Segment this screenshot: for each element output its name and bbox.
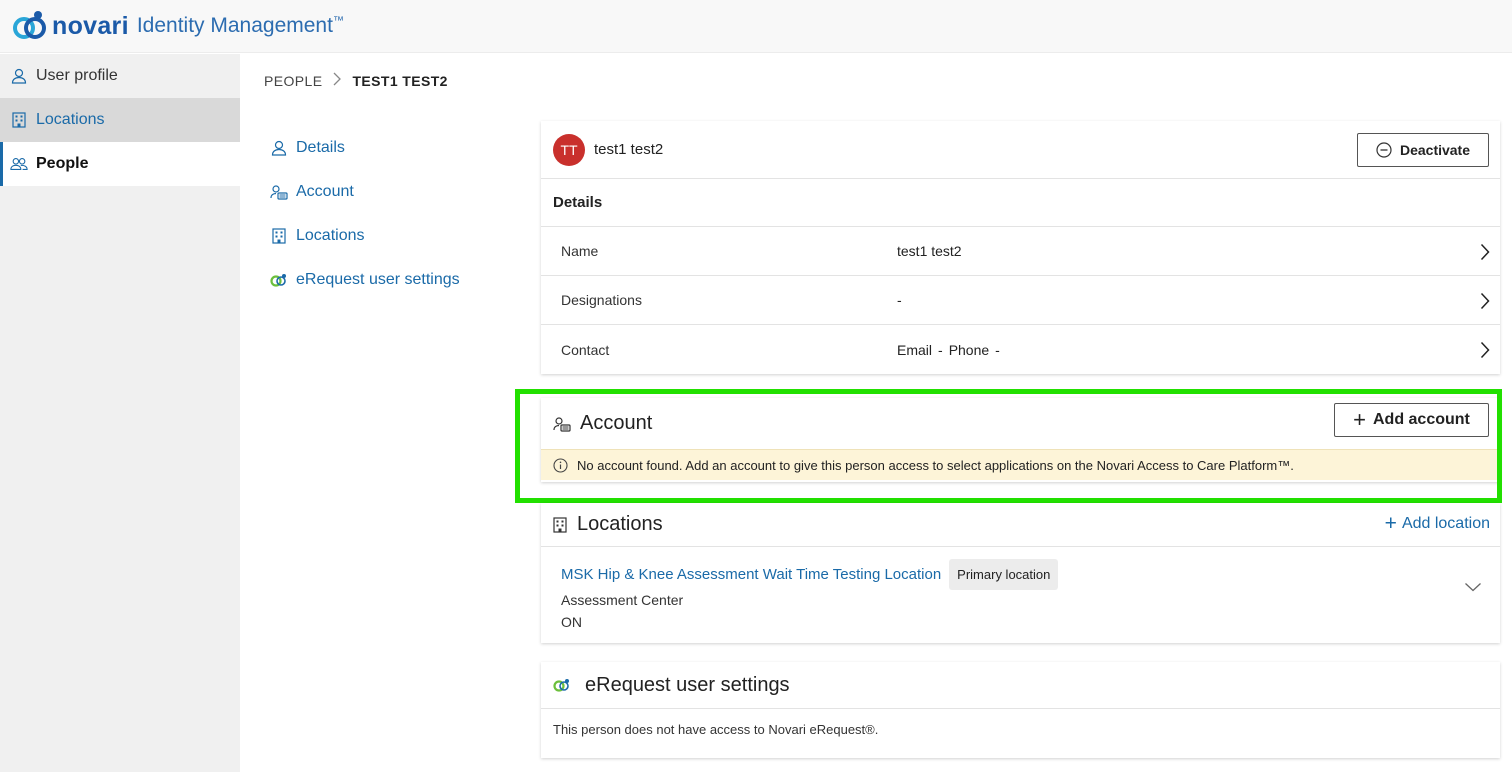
sidebar-item-label: User profile [36,67,118,84]
email-value: - [938,341,943,358]
novari-logo-icon[interactable] [12,8,48,44]
location-name-link[interactable]: MSK Hip & Knee Assessment Wait Time Test… [561,566,941,583]
locations-header: Locations + Add location [541,503,1500,547]
section-nav-label: Details [296,139,345,156]
sidebar-item-label: Locations [36,111,105,128]
location-item: MSK Hip & Knee Assessment Wait Time Test… [541,547,1500,642]
erequest-message: This person does not have access to Nova… [553,721,879,737]
detail-value: test1 test2 [897,243,962,259]
erequest-icon [270,271,288,289]
location-type: Assessment Center [561,592,684,608]
person-name: test1 test2 [594,141,664,158]
people-icon [10,155,28,173]
sidebar-item-label: People [36,155,89,172]
sidebar-item-locations[interactable]: Locations [0,98,240,142]
detail-row-name[interactable]: Name test1 test2 [541,227,1500,276]
user-icon [10,67,28,85]
person-details-card: TT test1 test2 Deactivate Details Name t… [541,121,1500,374]
locations-title: Locations [577,513,663,535]
section-nav-account[interactable]: Account [270,170,520,214]
minus-circle-icon [1376,142,1392,158]
detail-row-contact[interactable]: Contact Email - Phone - [541,325,1500,374]
phone-label: Phone [948,341,990,358]
section-nav-erequest[interactable]: eRequest user settings [270,258,520,302]
detail-label: Name [561,243,599,259]
detail-value: - [897,292,902,308]
sidebar-item-user-profile[interactable]: User profile [0,54,240,98]
locations-card: Locations + Add location MSK Hip & Knee … [541,503,1500,643]
add-location-label: Add location [1401,514,1490,532]
account-icon [270,183,288,201]
section-nav-locations[interactable]: Locations [270,214,520,258]
highlight-box [515,389,1502,503]
chevron-right-icon [1480,292,1490,315]
logo-text: novari [52,11,129,40]
detail-label: Contact [561,341,610,358]
user-icon [270,139,288,157]
section-nav: Details Account Locations eRequest user … [270,126,520,302]
email-label: Email [897,341,933,358]
breadcrumb-current: TEST1 TEST2 [352,72,448,89]
avatar: TT [553,133,585,166]
erequest-icon [553,678,571,692]
breadcrumb: PEOPLE TEST1 TEST2 [264,72,448,89]
breadcrumb-people-link[interactable]: PEOPLE [264,73,322,89]
primary-location-badge: Primary location [949,559,1059,590]
deactivate-button[interactable]: Deactivate [1357,133,1489,167]
phone-value: - [995,341,1000,358]
erequest-title: eRequest user settings [585,673,790,696]
detail-label: Designations [561,292,642,308]
sidebar-item-people[interactable]: People [0,142,240,186]
section-nav-details[interactable]: Details [270,126,520,170]
sidebar: User profile Locations People [0,54,240,772]
erequest-header: eRequest user settings [541,662,1500,709]
product-name: Identity Management™ [136,14,344,37]
location-province: ON [561,614,582,630]
section-nav-label: eRequest user settings [296,271,460,288]
building-icon [553,516,567,533]
building-icon [270,227,288,245]
building-icon [10,111,28,129]
chevron-right-icon [1480,243,1490,266]
chevron-down-icon[interactable] [1464,579,1482,597]
deactivate-label: Deactivate [1399,142,1471,158]
section-nav-label: Locations [296,227,365,244]
details-title: Details [541,179,1500,227]
add-location-button[interactable]: + Add location [1385,513,1490,534]
section-nav-label: Account [296,183,354,200]
app-header: novari Identity Management™ [0,0,1512,53]
plus-icon: + [1384,512,1397,535]
chevron-right-icon [332,72,342,89]
chevron-right-icon [1480,341,1490,364]
contact-value: Email - Phone - [897,342,1000,358]
erequest-card: eRequest user settings This person does … [541,662,1500,758]
person-header: TT test1 test2 Deactivate [541,121,1500,179]
detail-row-designations[interactable]: Designations - [541,276,1500,325]
